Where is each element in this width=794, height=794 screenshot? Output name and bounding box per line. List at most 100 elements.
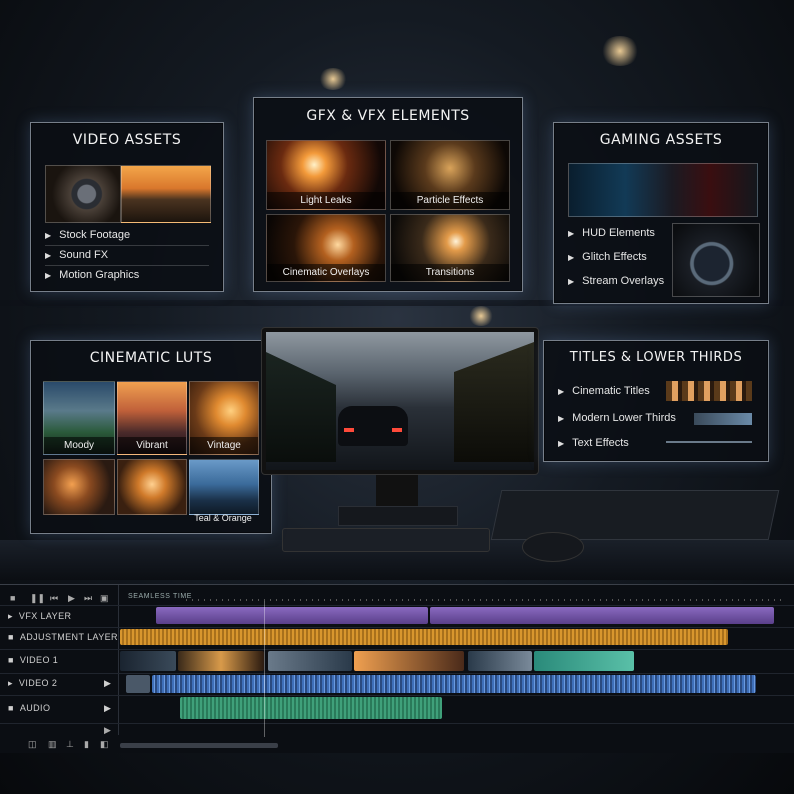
video-clip[interactable]: [468, 651, 532, 671]
list-item-glitch-effects[interactable]: ▶ Glitch Effects: [568, 247, 668, 267]
panel-title: GFX & VFX ELEMENTS: [306, 108, 470, 124]
marker-icon[interactable]: ▮: [84, 739, 89, 750]
stop-icon[interactable]: ■: [10, 593, 15, 603]
cinematic-titles-preview[interactable]: [666, 381, 752, 401]
bullet-icon: ▶: [45, 251, 52, 260]
list-item-stream-overlays[interactable]: ▶ Stream Overlays: [568, 271, 668, 291]
thumbnail-caption: Vibrant: [118, 437, 186, 454]
lut-vibrant-thumbnail[interactable]: Vibrant: [117, 381, 187, 455]
list-item-motion-graphics[interactable]: ▶ Motion Graphics: [45, 265, 209, 285]
track-label-audio[interactable]: ■ AUDIO ▶: [8, 703, 111, 713]
track-toggle-icon[interactable]: ▸: [8, 678, 13, 688]
cinematic-overlays-thumbnail[interactable]: Cinematic Overlays: [266, 214, 386, 282]
video-clip[interactable]: [126, 675, 150, 693]
track-label-video1[interactable]: ■ VIDEO 1: [8, 655, 58, 665]
loop-icon[interactable]: ▣: [100, 593, 109, 604]
track-label-adjustment[interactable]: ■ ADJUSTMENT LAYER: [8, 632, 118, 642]
video2-clip[interactable]: [152, 675, 756, 693]
cinematic-luts-panel: CINEMATIC LUTS Moody Vibrant Vintage Tea…: [30, 340, 272, 534]
zoom-in-icon[interactable]: ◧: [100, 739, 109, 750]
thumbnail-caption: Moody: [44, 437, 114, 454]
track-separator: [0, 649, 794, 650]
lut-teal-orange-thumbnail[interactable]: [189, 459, 259, 515]
track-name: ADJUSTMENT LAYER: [19, 632, 118, 642]
track-toggle-icon[interactable]: ■: [8, 632, 14, 642]
hud-gauge-thumbnail[interactable]: [672, 223, 760, 297]
video-clip[interactable]: [534, 651, 634, 671]
bullet-icon: ▶: [45, 271, 52, 280]
step-forward-icon[interactable]: ⏭: [84, 593, 92, 604]
car: [338, 406, 408, 446]
mouse: [522, 532, 584, 562]
step-back-icon[interactable]: ⏮: [50, 593, 58, 604]
list-item-modern-lower-thirds[interactable]: ▶ Modern Lower Thirds: [558, 408, 688, 428]
tail-light: [392, 428, 402, 432]
list-item-label: Stream Overlays: [582, 275, 665, 287]
list-item-label: Motion Graphics: [59, 269, 140, 281]
tail-light: [344, 428, 354, 432]
ceiling-light: [468, 306, 494, 326]
snap-icon[interactable]: ▥: [48, 739, 57, 750]
bullet-icon: ▶: [568, 277, 575, 286]
monitor-stand: [376, 470, 418, 510]
ceiling-light: [318, 68, 348, 90]
track-separator: [0, 723, 794, 724]
panel-title: GAMING ASSETS: [599, 132, 723, 148]
lower-thirds-preview[interactable]: [694, 413, 752, 425]
list-item-cinematic-titles[interactable]: ▶ Cinematic Titles: [558, 381, 658, 401]
ceiling-light: [600, 36, 640, 66]
track-toggle-icon[interactable]: ▸: [8, 611, 13, 621]
track-toggle-icon[interactable]: ■: [8, 655, 14, 665]
video-clip[interactable]: [268, 651, 352, 671]
list-item-text-effects[interactable]: ▶ Text Effects: [558, 433, 658, 453]
control-surface: [490, 490, 780, 540]
track-label-vfx[interactable]: ▸ VFX LAYER: [8, 611, 71, 622]
time-ruler[interactable]: [186, 599, 786, 601]
track-separator: [0, 605, 794, 606]
play-icon[interactable]: ▶: [68, 593, 75, 604]
expand-icon[interactable]: ▶: [104, 678, 111, 689]
video-clip[interactable]: [354, 651, 464, 671]
expand-icon[interactable]: ▶: [104, 725, 111, 736]
vfx-clip[interactable]: [156, 607, 428, 624]
vfx-clip[interactable]: [430, 607, 774, 624]
list-item-sound-fx[interactable]: ▶ Sound FX: [45, 245, 209, 266]
adjustment-clip[interactable]: [120, 629, 728, 645]
track-separator: [0, 673, 794, 674]
video-assets-panel: VIDEO ASSETS ▶ Stock Footage ▶ Sound FX ▶ M…: [30, 122, 224, 292]
lut-golden-hour-thumbnail[interactable]: [117, 459, 187, 515]
sunset-camera-thumbnail[interactable]: [121, 165, 211, 223]
track-toggle-icon[interactable]: ■: [8, 703, 14, 713]
text-effects-preview[interactable]: [666, 441, 752, 443]
list-item-label: Text Effects: [572, 437, 629, 449]
film-reel-thumbnail[interactable]: [45, 165, 121, 223]
lut-vintage-thumbnail[interactable]: Vintage: [189, 381, 259, 455]
transitions-thumbnail[interactable]: Transitions: [390, 214, 510, 282]
pause-icon[interactable]: ❚❚: [30, 593, 45, 604]
particle-effects-thumbnail[interactable]: Particle Effects: [390, 140, 510, 210]
horizontal-scrollbar[interactable]: [120, 743, 278, 748]
track-name: VIDEO 2: [18, 678, 58, 688]
video-clip[interactable]: [120, 651, 176, 671]
video-clip[interactable]: [178, 651, 264, 671]
track-name: VIDEO 1: [19, 655, 59, 665]
audio-clip[interactable]: [180, 697, 442, 719]
track-label-video2[interactable]: ▸ VIDEO 2 ▶: [8, 678, 111, 689]
bullet-icon: ▶: [568, 253, 575, 262]
link-icon[interactable]: ⊥: [66, 739, 74, 750]
lut-moody-thumbnail[interactable]: Moody: [43, 381, 115, 455]
hud-screens-thumbnail[interactable]: [568, 163, 758, 217]
lut-sunset-river-thumbnail[interactable]: [43, 459, 115, 515]
list-item-hud-elements[interactable]: ▶ HUD Elements: [568, 223, 668, 243]
bullet-icon: ▶: [558, 439, 565, 448]
list-item-label: Stock Footage: [59, 229, 131, 241]
monitor-base: [338, 506, 458, 526]
light-leaks-thumbnail[interactable]: Light Leaks: [266, 140, 386, 210]
expand-icon[interactable]: ▶: [104, 703, 111, 714]
playhead[interactable]: [264, 601, 265, 737]
track-separator: [0, 627, 794, 628]
zoom-out-icon[interactable]: ◫: [28, 739, 37, 750]
list-item-label: Cinematic Titles: [572, 385, 650, 397]
list-item-stock-footage[interactable]: ▶ Stock Footage: [45, 225, 209, 246]
bullet-icon: ▶: [558, 414, 565, 423]
